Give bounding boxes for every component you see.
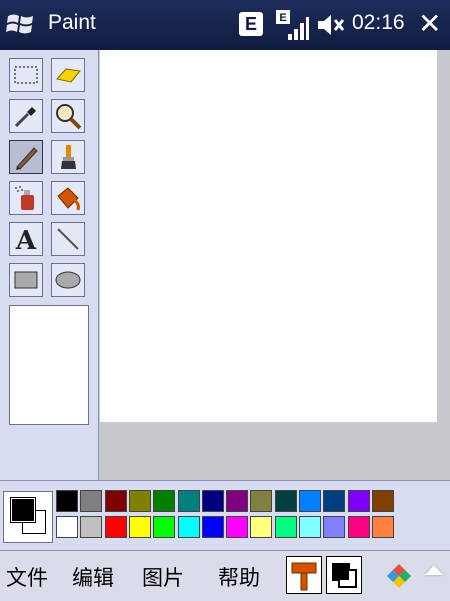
text-icon: A <box>15 226 37 253</box>
canvas-area[interactable] <box>99 50 450 480</box>
color-swatch[interactable] <box>250 516 273 538</box>
tool-rect-select[interactable] <box>9 58 43 92</box>
color-swatch[interactable] <box>274 490 297 512</box>
menu-bar: 文件 编辑 图片 帮助 <box>0 550 450 601</box>
tool-magnifier[interactable] <box>51 99 85 133</box>
tool-ellipse[interactable] <box>51 263 85 297</box>
color-palette <box>0 480 450 551</box>
color-swatch[interactable] <box>347 516 370 538</box>
color-swatch[interactable] <box>56 516 78 538</box>
color-swatch[interactable] <box>80 516 103 538</box>
drawing-canvas[interactable] <box>100 50 437 422</box>
rectangle-icon <box>14 271 38 289</box>
color-swatch[interactable] <box>201 516 224 538</box>
tool-rectangle[interactable] <box>9 263 43 297</box>
dropper-icon <box>14 107 36 128</box>
tool-color-picker[interactable] <box>9 99 43 133</box>
app-title: Paint <box>48 11 96 34</box>
foreground-color[interactable] <box>10 497 36 523</box>
color-toggle-button[interactable] <box>326 556 362 594</box>
color-swatch[interactable] <box>80 490 103 512</box>
ellipse-icon <box>55 271 81 289</box>
color-swatch[interactable] <box>299 490 321 512</box>
tool-brush[interactable] <box>51 140 85 174</box>
hammer-icon <box>291 562 317 591</box>
color-swatch[interactable] <box>153 516 176 538</box>
color-swatch[interactable] <box>371 490 394 512</box>
color-swatch[interactable] <box>250 490 273 512</box>
color-swatch[interactable] <box>226 516 249 538</box>
expand-up-icon[interactable] <box>425 565 443 575</box>
tool-line[interactable] <box>51 222 85 256</box>
magnifier-icon <box>56 104 82 130</box>
close-icon[interactable]: ✕ <box>418 8 441 40</box>
tool-panel: A <box>0 50 99 480</box>
tool-pencil[interactable] <box>9 140 43 174</box>
menu-help[interactable]: 帮助 <box>218 562 260 592</box>
menu-file[interactable]: 文件 <box>6 562 48 592</box>
rect-select-icon <box>14 66 38 84</box>
signal-strength-icon[interactable]: E <box>274 8 310 42</box>
color-swatch[interactable] <box>153 490 176 512</box>
color-swatch[interactable] <box>56 490 78 512</box>
brush-icon <box>61 145 76 169</box>
tool-toggle-button[interactable] <box>286 556 322 594</box>
color-swatch[interactable] <box>177 490 200 512</box>
tool-options-box[interactable] <box>9 305 89 425</box>
color-swatch[interactable] <box>104 516 127 538</box>
color-swatch[interactable] <box>274 516 297 538</box>
clock[interactable]: 02:16 <box>352 11 405 35</box>
tool-fill-bucket[interactable] <box>51 181 85 215</box>
color-swatch[interactable] <box>347 490 370 512</box>
windows-start-icon[interactable] <box>6 10 36 38</box>
network-type-badge[interactable]: E <box>239 12 263 36</box>
color-selector[interactable] <box>3 491 53 543</box>
menu-image[interactable]: 图片 <box>142 562 184 592</box>
color-swatch[interactable] <box>371 516 394 538</box>
color-swatch[interactable] <box>323 516 346 538</box>
title-bar: Paint E E 02:16 ✕ <box>0 0 450 50</box>
tool-airbrush[interactable] <box>9 181 43 215</box>
tool-eraser[interactable] <box>51 58 85 92</box>
color-swatch[interactable] <box>201 490 224 512</box>
color-swatch[interactable] <box>128 516 151 538</box>
color-swatch[interactable] <box>177 516 200 538</box>
color-swatch[interactable] <box>323 490 346 512</box>
color-swatch[interactable] <box>226 490 249 512</box>
fill-bucket-icon <box>57 187 80 211</box>
svg-text:E: E <box>279 12 286 24</box>
menu-edit[interactable]: 编辑 <box>72 562 114 592</box>
color-swatch[interactable] <box>299 516 321 538</box>
color-layers-icon <box>332 563 357 588</box>
svg-text:A: A <box>15 226 37 253</box>
volume-muted-icon[interactable] <box>316 12 346 38</box>
eraser-icon <box>56 68 81 83</box>
pencil-icon <box>16 147 38 170</box>
color-swatch[interactable] <box>128 490 151 512</box>
airbrush-icon <box>15 186 34 210</box>
tool-text[interactable]: A <box>9 222 43 256</box>
input-panel-icon[interactable] <box>384 561 414 591</box>
color-swatch[interactable] <box>104 490 127 512</box>
line-icon <box>57 228 79 250</box>
